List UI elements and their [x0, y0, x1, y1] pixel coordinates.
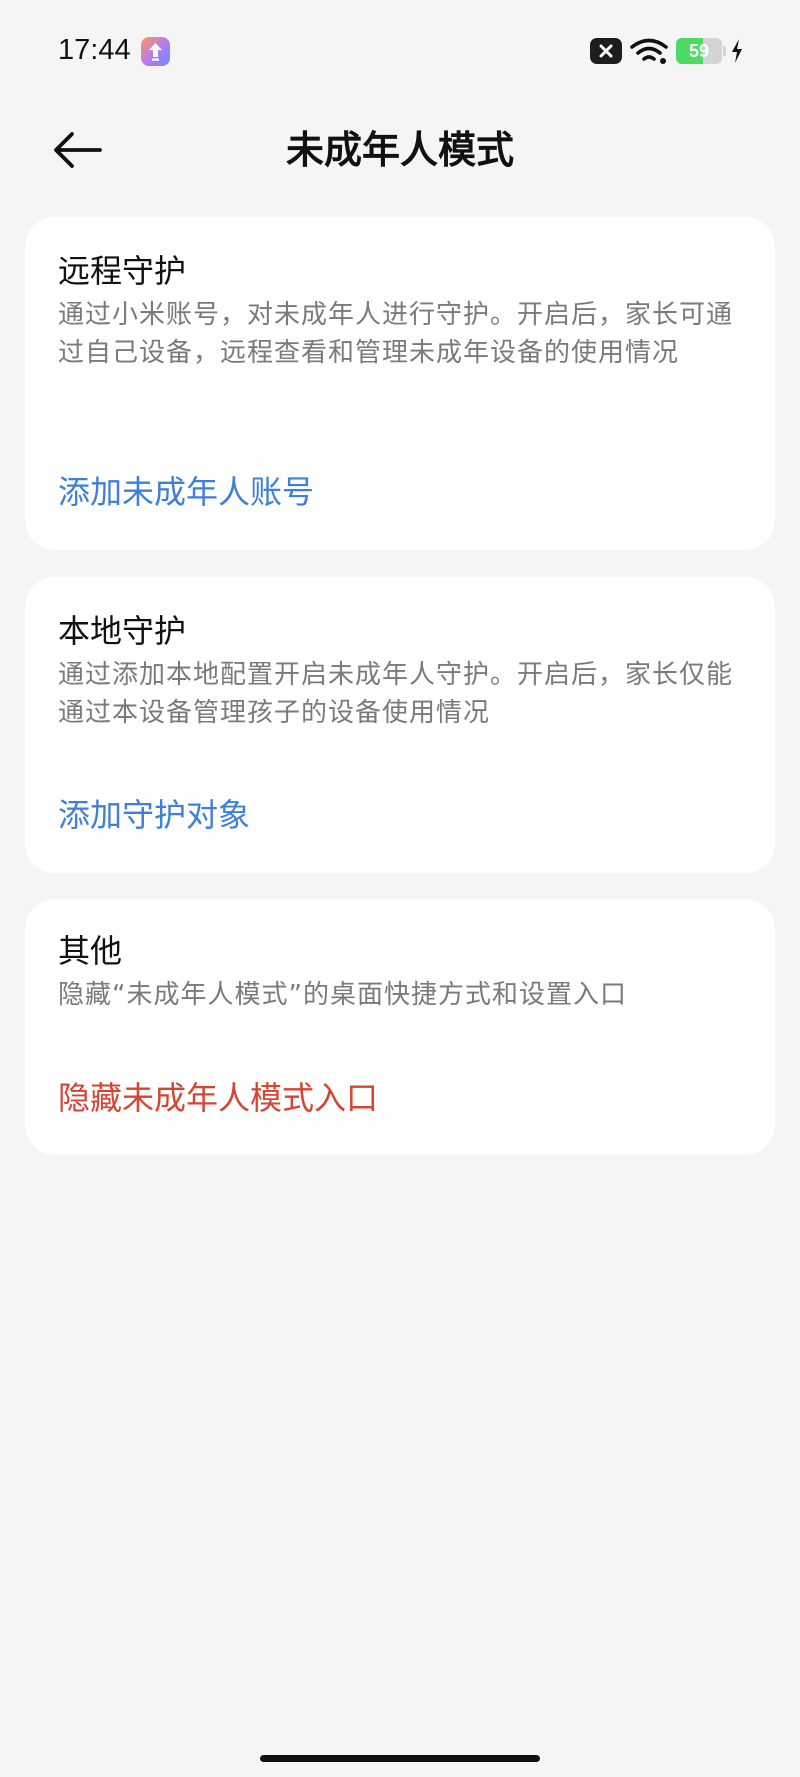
battery-level: 59 [688, 41, 710, 61]
sim-disabled-icon [590, 38, 622, 64]
add-minor-account-button[interactable]: 添加未成年人账号 [58, 470, 314, 514]
other-title: 其他 [58, 932, 123, 970]
charging-bolt-icon [732, 39, 742, 63]
status-time: 17:44 [58, 34, 131, 66]
local-guardian-description: 通过添加本地配置开启未成年人守护。开启后，家长仅能通过本设备管理孩子的设备使用情… [58, 660, 734, 728]
remote-guardian-title: 远程守护 [58, 252, 187, 290]
local-guardian-card: 本地守护 通过添加本地配置开启未成年人守护。开启后，家长仅能通过本设备管理孩子的… [25, 577, 775, 873]
remote-guardian-card: 远程守护 通过小米账号，对未成年人进行守护。开启后，家长可通过自己设备，远程查看… [25, 217, 775, 550]
battery-icon: 59 [676, 38, 726, 64]
remote-guardian-description: 通过小米账号，对未成年人进行守护。开启后，家长可通过自己设备，远程查看和管理未成… [58, 300, 734, 368]
local-guardian-title: 本地守护 [58, 612, 187, 650]
home-indicator[interactable] [260, 1755, 540, 1762]
other-description: 隐藏“未成年人模式”的桌面快捷方式和设置入口 [58, 980, 627, 1010]
hide-minor-mode-entry-button[interactable]: 隐藏未成年人模式入口 [58, 1076, 378, 1120]
wifi-icon [630, 38, 668, 64]
other-card: 其他 隐藏“未成年人模式”的桌面快捷方式和设置入口 隐藏未成年人模式入口 [25, 899, 775, 1155]
page-title: 未成年人模式 [285, 128, 514, 172]
status-bar: 17:44 59 [0, 0, 800, 100]
status-icons: 59 [590, 36, 744, 66]
app-update-icon [141, 37, 170, 66]
add-guardian-target-button[interactable]: 添加守护对象 [58, 793, 250, 837]
